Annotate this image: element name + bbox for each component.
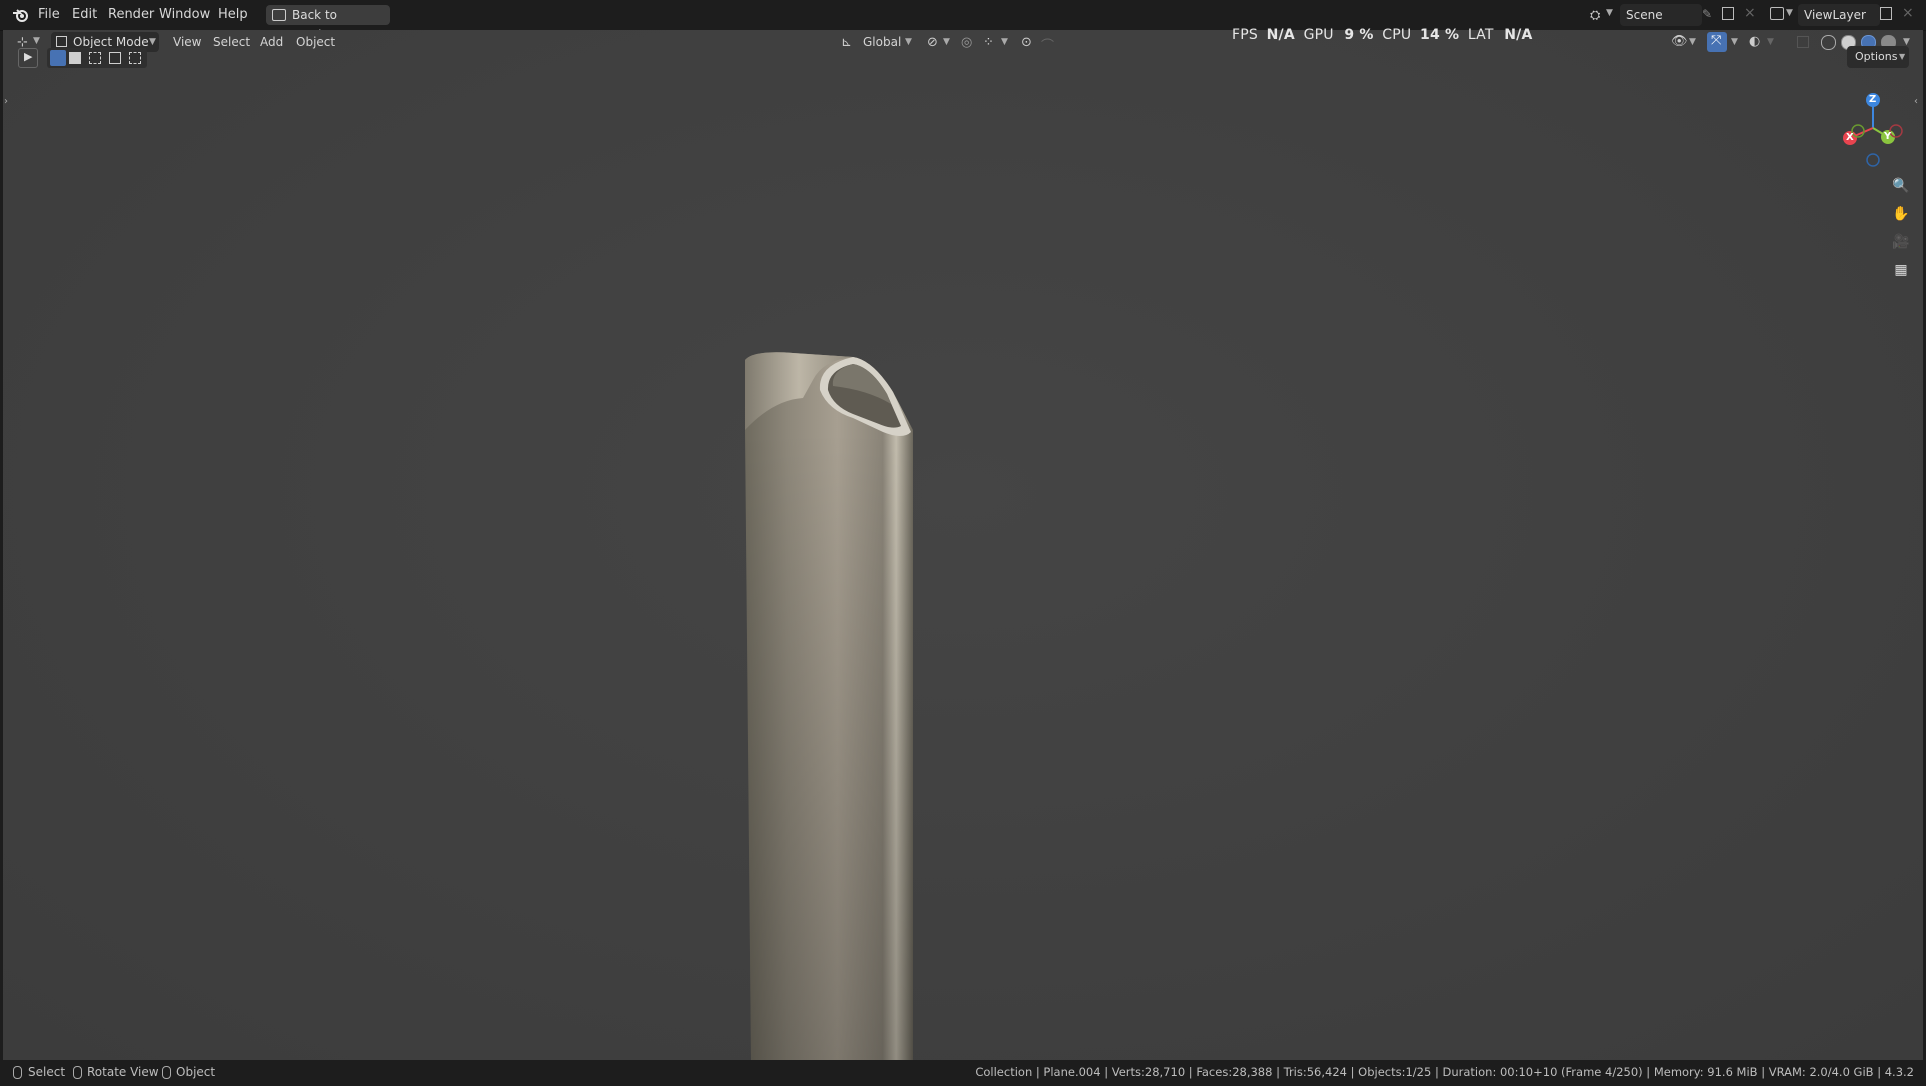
- perspective-toggle-button[interactable]: ▦: [1889, 258, 1913, 282]
- chevron-down-icon: ▼: [33, 36, 40, 46]
- hint-rotate-view: Rotate View: [87, 1065, 159, 1079]
- select-intersect-icon[interactable]: [129, 52, 141, 64]
- mouse-middle-icon: [73, 1066, 82, 1079]
- select-invert-icon[interactable]: [109, 52, 121, 64]
- menu-object[interactable]: Object: [296, 33, 335, 52]
- toolbar-expand-icon[interactable]: ›: [4, 96, 8, 107]
- chevron-down-icon: ▼: [905, 37, 912, 47]
- gizmo-icon: ⤧: [1711, 33, 1722, 48]
- zoom-button[interactable]: 🔍: [1889, 174, 1913, 198]
- gizmo-toggle-button[interactable]: ⤧: [1707, 32, 1727, 52]
- grid-icon: ▦: [1894, 262, 1908, 278]
- menu-add[interactable]: Add: [260, 33, 283, 52]
- top-bar: File Edit Render Window Help Back to Pre…: [0, 0, 1926, 42]
- scene-icon[interactable]: ⛭: [1590, 8, 1604, 23]
- close-viewlayer-icon[interactable]: ×: [1902, 5, 1914, 21]
- pan-button[interactable]: ✋: [1889, 202, 1913, 226]
- menu-help[interactable]: Help: [214, 6, 252, 24]
- chevron-down-icon: ▼: [1731, 37, 1738, 47]
- menu-edit[interactable]: Edit: [68, 6, 101, 24]
- scene-statistics: Collection | Plane.004 | Verts:28,710 | …: [975, 1065, 1914, 1079]
- select-new-icon[interactable]: [50, 50, 66, 66]
- options-dropdown[interactable]: Options ▼: [1847, 46, 1909, 68]
- close-scene-icon[interactable]: ×: [1744, 5, 1756, 21]
- menu-view[interactable]: View: [173, 33, 201, 52]
- gizmo-z-label: Z: [1869, 94, 1877, 105]
- overlays-icon[interactable]: ◐: [1749, 34, 1760, 49]
- falloff-icon[interactable]: ⌒: [1041, 35, 1054, 54]
- cursor-icon: ▶: [24, 50, 33, 63]
- menu-file[interactable]: File: [34, 6, 64, 24]
- transform-orientation-icon[interactable]: ⊾: [841, 35, 852, 50]
- menu-render[interactable]: Render: [104, 6, 158, 24]
- chevron-down-icon: ▼: [1786, 8, 1793, 18]
- chevron-down-icon: ▼: [1606, 8, 1613, 18]
- back-arrow-icon: [272, 9, 286, 21]
- orientation-dropdown[interactable]: Global: [863, 33, 901, 52]
- status-bar: Select Rotate View Object Collection | P…: [0, 1060, 1926, 1086]
- gpu-label: GPU: [1303, 27, 1334, 43]
- chevron-down-icon: ▼: [1767, 37, 1774, 47]
- new-viewlayer-icon[interactable]: [1880, 7, 1892, 20]
- blender-logo-icon[interactable]: [12, 7, 30, 23]
- chevron-down-icon: ▼: [943, 37, 950, 47]
- 3d-viewport[interactable]: ⊹ ▼ Object Mode ▼ View Select Add Object…: [3, 27, 1923, 1060]
- proportional-edit-icon[interactable]: ⊙: [1021, 35, 1032, 50]
- chevron-down-icon: ▼: [1689, 37, 1696, 47]
- select-tool-button[interactable]: ▶: [18, 48, 38, 68]
- new-scene-icon[interactable]: [1722, 7, 1734, 20]
- camera-view-button[interactable]: 🎥: [1889, 230, 1913, 254]
- wireframe-shading-icon[interactable]: [1821, 35, 1836, 50]
- chevron-down-icon: ▼: [1001, 37, 1008, 47]
- cpu-value: 14 %: [1420, 27, 1460, 43]
- gpu-value: 9 %: [1344, 27, 1374, 43]
- back-to-previous-button[interactable]: Back to Previous: [266, 5, 390, 42]
- hint-select: Select: [28, 1065, 66, 1079]
- scene-field[interactable]: Scene: [1620, 4, 1702, 26]
- cpu-label: CPU: [1382, 27, 1412, 43]
- fps-label: FPS: [1232, 27, 1258, 43]
- zoom-icon: 🔍: [1892, 178, 1910, 194]
- snap-icon[interactable]: ◎: [961, 35, 972, 50]
- scene-label: Scene: [1626, 8, 1663, 22]
- sidebar-expand-icon[interactable]: ‹: [1914, 96, 1918, 107]
- hand-icon: ✋: [1892, 206, 1910, 222]
- menu-window[interactable]: Window: [155, 6, 214, 24]
- hint-object: Object: [176, 1065, 216, 1079]
- pin-icon[interactable]: ✎: [1702, 7, 1712, 21]
- viewlayer-icon[interactable]: [1770, 7, 1784, 20]
- mouse-left-icon: [13, 1066, 22, 1079]
- lat-value: N/A: [1504, 27, 1533, 43]
- lat-label: LAT: [1467, 27, 1494, 43]
- select-extend-icon[interactable]: [69, 52, 81, 64]
- xray-icon[interactable]: [1797, 36, 1809, 48]
- visibility-icon[interactable]: 👁: [1671, 34, 1688, 49]
- mouse-right-icon: [162, 1066, 171, 1079]
- select-subtract-icon[interactable]: [89, 52, 101, 64]
- gizmo-x-label: X: [1846, 132, 1854, 143]
- viewport-header: ⊹ ▼ Object Mode ▼ View Select Add Object…: [3, 30, 1923, 55]
- snap-target-icon[interactable]: ⁘: [983, 35, 994, 50]
- viewlayer-label: ViewLayer: [1804, 8, 1866, 22]
- chevron-down-icon: ▼: [149, 37, 156, 47]
- options-label: Options: [1855, 50, 1898, 63]
- cube-icon: [56, 36, 67, 47]
- fps-value: N/A: [1266, 27, 1295, 43]
- menu-select[interactable]: Select: [213, 33, 250, 52]
- 3d-object-tube[interactable]: [703, 320, 1023, 1060]
- viewlayer-field[interactable]: ViewLayer: [1798, 4, 1880, 26]
- gizmo-y-label: Y: [1884, 131, 1892, 142]
- selection-mode-group: [47, 48, 147, 68]
- performance-overlay: FPS N/A GPU 9 % CPU 14 % LAT N/A: [1232, 27, 1533, 43]
- chevron-down-icon: ▼: [1899, 52, 1906, 61]
- pivot-point-icon[interactable]: ⊘: [927, 35, 938, 50]
- camera-icon: 🎥: [1892, 234, 1910, 250]
